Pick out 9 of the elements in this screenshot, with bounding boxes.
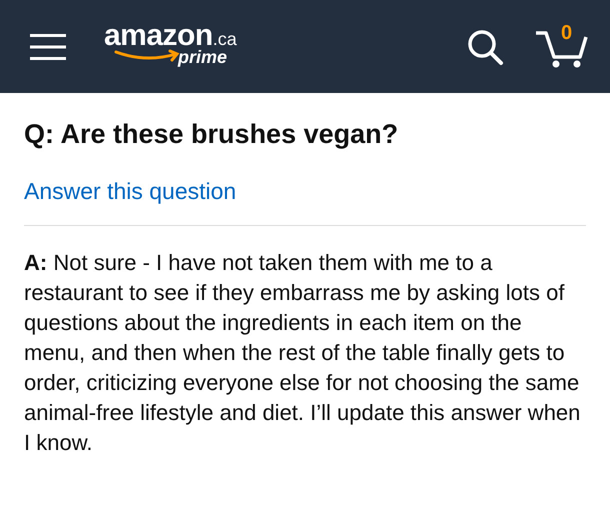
- menu-icon[interactable]: [30, 32, 66, 62]
- search-icon[interactable]: [466, 28, 504, 66]
- logo-tagline: prime: [178, 47, 228, 68]
- answer-question-link[interactable]: Answer this question: [24, 178, 236, 205]
- cart-button[interactable]: 0: [534, 24, 588, 68]
- question-text: Q: Are these brushes vegan?: [24, 119, 400, 150]
- cart-count: 0: [561, 22, 572, 44]
- answer-text: A: Not sure - I have not taken them with me to a restaurant to see if they embarrass me by asking lots of questions about the ingredients in each item on the menu, and then when the rest of the table finally gets to order, criticizing everyone else for not choosing the same animal-free lifestyle and diet. I’ll update this answer when I know.: [24, 249, 582, 457]
- logo-suffix: .ca: [212, 29, 237, 50]
